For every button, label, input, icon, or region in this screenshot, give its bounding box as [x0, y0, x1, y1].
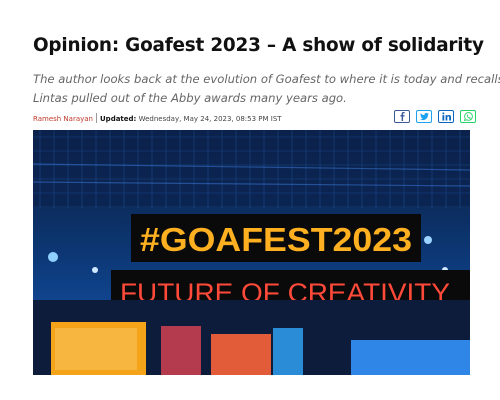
- stage-panel: [161, 326, 201, 375]
- updated-label: Updated:: [100, 115, 137, 123]
- author-link[interactable]: Ramesh Narayan: [33, 115, 93, 123]
- article-meta: Ramesh Narayan Updated: Wednesday, May 24…: [33, 110, 476, 126]
- hero-photo: #GOAFEST2023 FUTURE OF CREATIVITY: [33, 130, 470, 375]
- share-twitter-button[interactable]: [416, 110, 432, 123]
- facebook-icon: [399, 112, 405, 121]
- stage-light: [48, 252, 58, 262]
- stage-panel: [273, 328, 303, 375]
- share-buttons: [394, 110, 476, 123]
- twitter-icon: [419, 112, 429, 121]
- article-headline: Opinion: Goafest 2023 – A show of solida…: [33, 35, 484, 56]
- stage-panel: [211, 334, 271, 375]
- share-linkedin-button[interactable]: [438, 110, 454, 123]
- linkedin-icon: [441, 112, 451, 121]
- article-summary: The author looks back at the evolution o…: [33, 72, 500, 105]
- stage-light: [92, 267, 98, 273]
- stage-light: [424, 236, 432, 244]
- share-whatsapp-button[interactable]: [460, 110, 476, 123]
- share-facebook-button[interactable]: [394, 110, 410, 123]
- updated-timestamp: Wednesday, May 24, 2023, 08:53 PM IST: [138, 115, 282, 123]
- whatsapp-icon: [463, 112, 473, 121]
- stage-screen: [351, 340, 470, 375]
- byline: Ramesh Narayan Updated: Wednesday, May 24…: [33, 113, 282, 124]
- top-sign-text: #GOAFEST2023: [140, 221, 412, 258]
- article: Opinion: Goafest 2023 – A show of solida…: [33, 0, 500, 400]
- stage-screen-dots: [55, 328, 137, 370]
- meta-divider: [96, 113, 97, 123]
